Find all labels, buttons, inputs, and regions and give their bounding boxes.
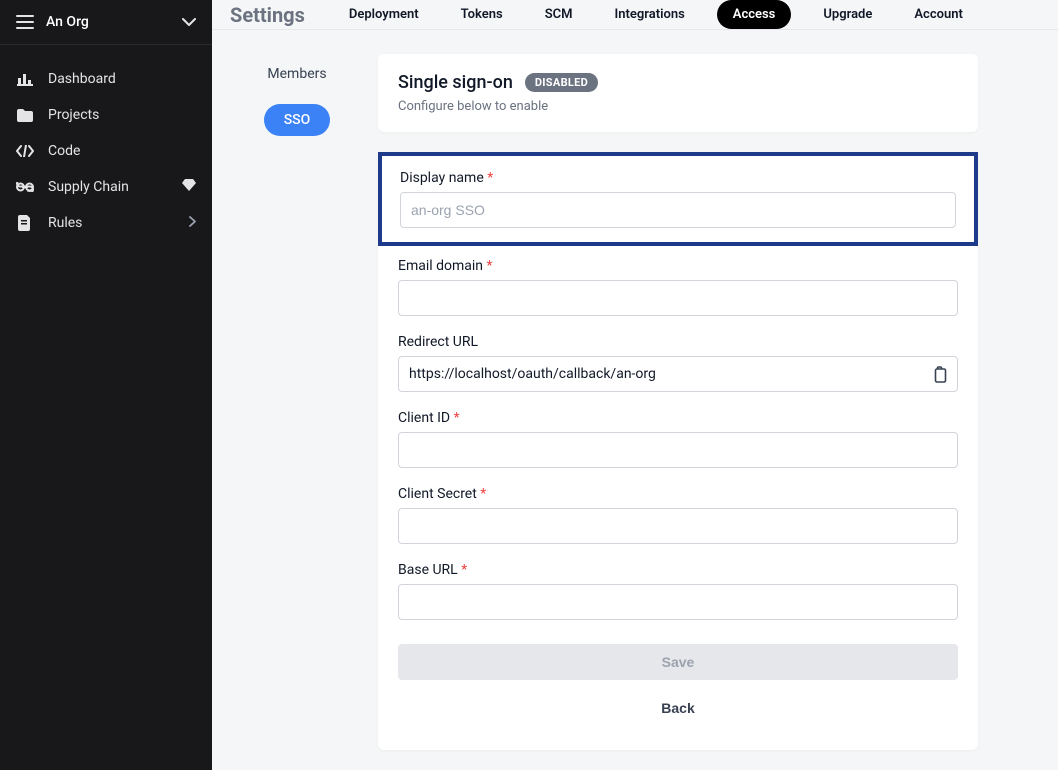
sso-subtitle: Configure below to enable — [398, 99, 958, 114]
sidebar-nav: Dashboard Projects Code Supply Chain — [0, 45, 212, 257]
menu-icon[interactable] — [16, 15, 34, 29]
folder-icon — [16, 109, 34, 122]
clipboard-icon[interactable] — [932, 366, 947, 383]
sidebar-item-rules[interactable]: Rules — [0, 205, 212, 241]
tab-scm[interactable]: SCM — [535, 1, 583, 28]
topbar: Settings Deployment Tokens SCM Integrati… — [212, 0, 1058, 30]
sidebar-item-code[interactable]: Code — [0, 133, 212, 169]
sidebar-item-label: Rules — [48, 215, 82, 231]
sidebar-item-label: Dashboard — [48, 71, 116, 87]
sidebar-item-label: Supply Chain — [48, 179, 129, 195]
tab-upgrade[interactable]: Upgrade — [813, 1, 882, 28]
sidebar-item-label: Projects — [48, 107, 99, 123]
redirect-url-field: https://localhost/oauth/callback/an-org — [398, 356, 958, 392]
tab-access[interactable]: Access — [717, 0, 792, 29]
document-icon — [16, 215, 34, 231]
chevron-right-icon — [189, 215, 196, 231]
back-button[interactable]: Back — [398, 690, 958, 726]
sidebar: An Org Dashboard Projects — [0, 0, 212, 770]
sidebar-item-supply-chain[interactable]: Supply Chain — [0, 169, 212, 205]
base-url-label: Base URL * — [398, 562, 958, 578]
chevron-down-icon[interactable] — [182, 18, 196, 27]
code-icon — [16, 145, 34, 157]
org-name: An Org — [46, 14, 89, 30]
base-url-input[interactable] — [398, 584, 958, 620]
tab-account[interactable]: Account — [904, 1, 972, 28]
redirect-url-label: Redirect URL — [398, 334, 958, 350]
topnav: Deployment Tokens SCM Integrations Acces… — [339, 0, 973, 29]
content: Members SSO Single sign-on DISABLED Conf… — [212, 30, 1058, 770]
display-name-input[interactable] — [400, 192, 956, 228]
email-domain-input[interactable] — [398, 280, 958, 316]
sso-title: Single sign-on — [398, 72, 513, 93]
email-domain-label: Email domain * — [398, 258, 958, 274]
chart-icon — [16, 72, 34, 86]
main: Settings Deployment Tokens SCM Integrati… — [212, 0, 1058, 770]
page-title: Settings — [230, 3, 305, 27]
sidebar-item-dashboard[interactable]: Dashboard — [0, 61, 212, 97]
sso-form: Display name * Email domain * Redirect U… — [378, 152, 978, 750]
subnav-sso[interactable]: SSO — [264, 104, 331, 136]
client-id-label: Client ID * — [398, 410, 958, 426]
link-icon — [16, 182, 34, 192]
subnav-members[interactable]: Members — [247, 58, 346, 90]
client-id-input[interactable] — [398, 432, 958, 468]
tab-tokens[interactable]: Tokens — [451, 1, 513, 28]
tab-deployment[interactable]: Deployment — [339, 1, 429, 28]
save-button[interactable]: Save — [398, 644, 958, 680]
diamond-icon — [182, 179, 196, 195]
sso-header-card: Single sign-on DISABLED Configure below … — [378, 54, 978, 132]
org-selector[interactable]: An Org — [0, 0, 212, 45]
sidebar-item-projects[interactable]: Projects — [0, 97, 212, 133]
sidebar-item-label: Code — [48, 143, 80, 159]
display-name-label: Display name * — [400, 170, 956, 186]
client-secret-input[interactable] — [398, 508, 958, 544]
display-name-highlight: Display name * — [378, 152, 978, 246]
tab-integrations[interactable]: Integrations — [605, 1, 695, 28]
client-secret-label: Client Secret * — [398, 486, 958, 502]
status-badge: DISABLED — [525, 73, 598, 92]
subnav: Members SSO — [248, 54, 346, 750]
redirect-url-value: https://localhost/oauth/callback/an-org — [409, 366, 656, 382]
